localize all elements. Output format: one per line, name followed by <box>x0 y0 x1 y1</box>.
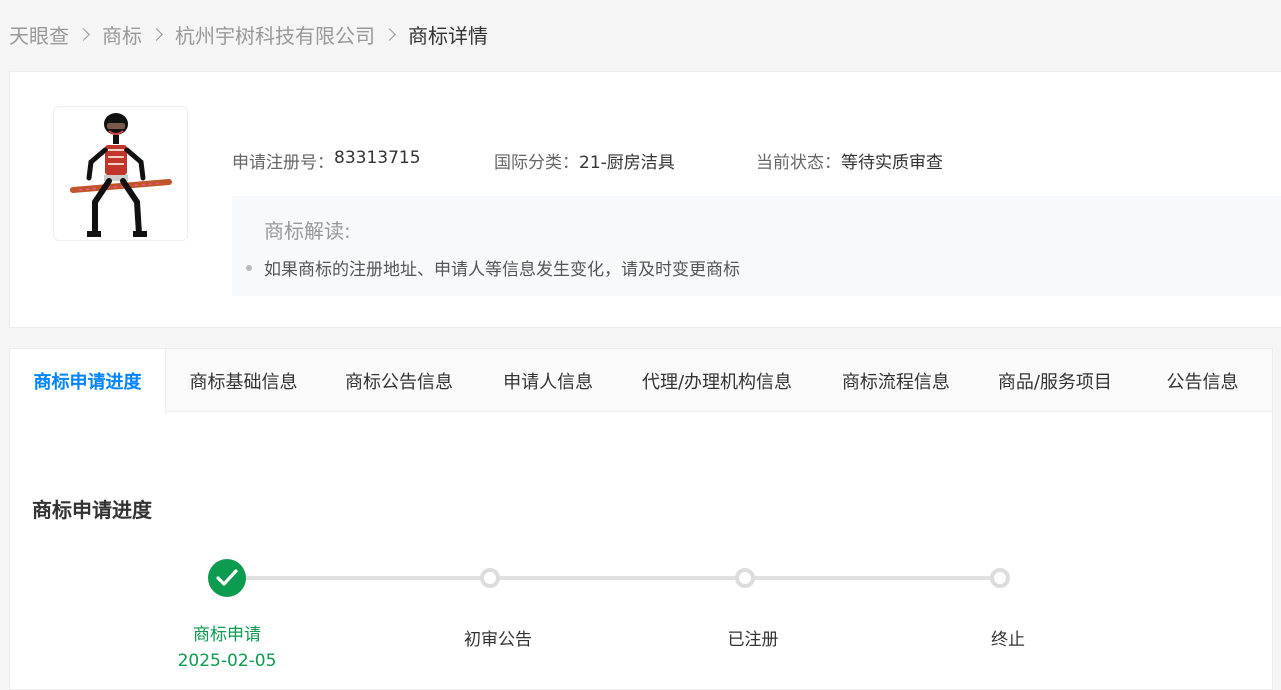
breadcrumb: 天眼查 商标 杭州宇树科技有限公司 商标详情 <box>9 20 488 48</box>
progress-track <box>227 576 1001 580</box>
step-label-terminated: 终止 <box>991 630 1025 650</box>
check-icon <box>216 569 238 586</box>
step-date-application: 2025-02-05 <box>177 651 277 671</box>
interpretation-item: 如果商标的注册地址、申请人等信息发生变化，请及时变更商标 <box>246 255 740 280</box>
progress-stepper: 商标申请 2025-02-05 初审公告 已注册 终止 <box>10 559 1272 679</box>
step-done-node <box>208 559 246 597</box>
step-pending-node <box>990 568 1010 588</box>
breadcrumb-company-link[interactable]: 杭州宇树科技有限公司 <box>175 20 375 49</box>
tab-application-progress[interactable]: 商标申请进度 <box>10 349 167 413</box>
tab-process-info[interactable]: 商标流程信息 <box>815 349 977 412</box>
trademark-logo <box>53 106 188 241</box>
trademark-meta-row: 申请注册号： 83313715 国际分类： 21-厨房洁具 当前状态： 等待实质… <box>232 148 943 173</box>
current-status: 当前状态： 等待实质审查 <box>756 153 943 173</box>
step-label-preliminary: 初审公告 <box>464 630 532 650</box>
chevron-right-icon <box>77 27 90 41</box>
trademark-detail-tabs-card: 商标申请进度 商标基础信息 商标公告信息 申请人信息 代理/办理机构信息 商标流… <box>9 348 1273 690</box>
step-pending-node <box>735 568 755 588</box>
trademark-header-card: 申请注册号： 83313715 国际分类： 21-厨房洁具 当前状态： 等待实质… <box>9 71 1281 328</box>
breadcrumb-current: 商标详情 <box>408 23 488 48</box>
tab-announcement-info[interactable]: 商标公告信息 <box>321 349 477 412</box>
robot-figure-trademark-image <box>70 113 172 237</box>
chevron-right-icon <box>383 27 396 41</box>
tab-basic-info[interactable]: 商标基础信息 <box>166 349 321 412</box>
tab-applicant-info[interactable]: 申请人信息 <box>477 349 619 412</box>
section-title: 商标申请进度 <box>32 498 152 522</box>
interpretation-title: 商标解读: <box>264 219 351 243</box>
breadcrumb-trademark-link[interactable]: 商标 <box>102 20 142 49</box>
tab-bar: 商标申请进度 商标基础信息 商标公告信息 申请人信息 代理/办理机构信息 商标流… <box>10 349 1272 413</box>
chevron-right-icon <box>150 27 163 41</box>
international-class: 国际分类： 21-厨房洁具 <box>494 153 675 173</box>
tab-notice-info[interactable]: 公告信息 <box>1133 349 1272 412</box>
step-label-registered: 已注册 <box>727 630 779 650</box>
tab-goods-services[interactable]: 商品/服务项目 <box>977 349 1133 412</box>
tab-agency-info[interactable]: 代理/办理机构信息 <box>619 349 815 412</box>
breadcrumb-home-link[interactable]: 天眼查 <box>9 20 69 49</box>
registration-number: 申请注册号： 83313715 <box>232 148 421 173</box>
step-pending-node <box>480 568 500 588</box>
trademark-interpretation: 商标解读: 如果商标的注册地址、申请人等信息发生变化，请及时变更商标 <box>232 196 1281 296</box>
step-label-application: 商标申请 <box>193 625 261 645</box>
bullet-icon <box>246 264 252 271</box>
